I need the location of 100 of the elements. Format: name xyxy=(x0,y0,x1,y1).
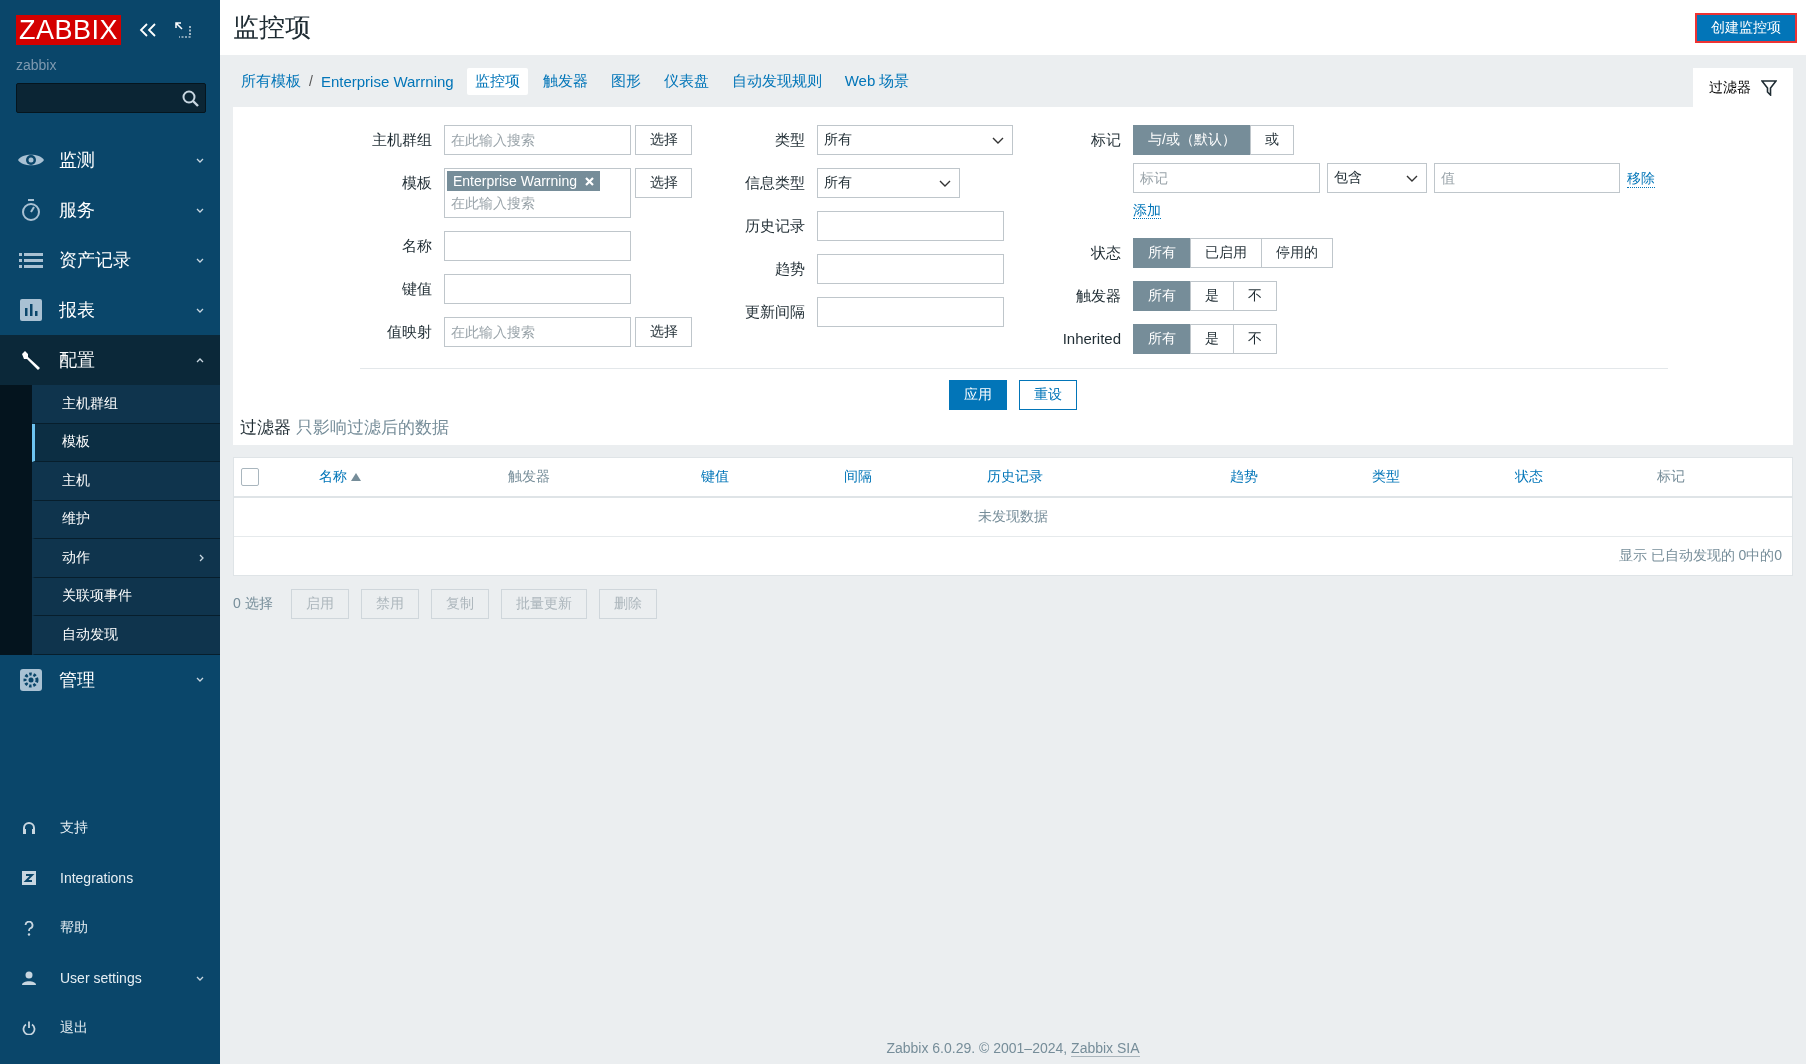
create-button[interactable]: 创建监控项 xyxy=(1695,12,1797,43)
column-header: 标记 xyxy=(1657,468,1685,486)
multiselect-field[interactable]: Enterprise Warrning 在此输入搜索 xyxy=(444,168,631,218)
breadcrumb-separator: / xyxy=(309,73,313,89)
text-field[interactable] xyxy=(817,211,1004,241)
text-field[interactable] xyxy=(817,297,1004,327)
segment-option[interactable]: 停用的 xyxy=(1261,238,1333,268)
tab[interactable]: Web 场景 xyxy=(836,67,918,95)
tag-field[interactable]: 标记 xyxy=(1133,163,1320,193)
field-label: Inherited xyxy=(1061,329,1122,349)
close-icon[interactable] xyxy=(585,176,594,186)
search-field[interactable] xyxy=(16,83,206,113)
add-link[interactable]: 添加 xyxy=(1133,202,1161,219)
segment-option[interactable]: 或 xyxy=(1249,125,1294,155)
field-label: 状态 xyxy=(1090,243,1122,263)
z-square-icon xyxy=(22,871,36,885)
chevron-down-icon xyxy=(1406,174,1418,182)
footer-text: Zabbix 6.0.29. © 2001–2024, Zabbix SIA xyxy=(885,1040,1141,1059)
select-button[interactable]: 选择 xyxy=(635,125,692,155)
checkbox[interactable] xyxy=(241,468,259,486)
filter-tab[interactable]: 过滤器 xyxy=(1693,68,1793,107)
segment-option[interactable]: 不 xyxy=(1233,281,1277,311)
chevron-down-icon xyxy=(992,136,1004,144)
menu-item[interactable]: 报表 xyxy=(0,285,220,335)
help-icon xyxy=(24,920,34,936)
menu-item[interactable]: 退出 xyxy=(0,1003,220,1053)
value-field[interactable]: 值 xyxy=(1434,163,1620,193)
text-field[interactable] xyxy=(444,274,631,304)
field-label: 主机群组 xyxy=(371,130,433,150)
segment-option[interactable]: 所有 xyxy=(1133,238,1191,268)
operator-select[interactable]: 包含 xyxy=(1327,163,1427,193)
column-header[interactable]: 类型 xyxy=(1372,468,1400,486)
submenu-item[interactable]: 自动发现 xyxy=(32,616,220,655)
tab[interactable]: 自动发现规则 xyxy=(723,67,830,95)
sort-ascending-icon xyxy=(351,473,361,481)
menu-item[interactable]: 资产记录 xyxy=(0,235,220,285)
menu-item[interactable]: 支持 xyxy=(0,803,220,853)
text-field[interactable] xyxy=(817,254,1004,284)
tab[interactable]: 图形 xyxy=(602,67,649,95)
submenu-item[interactable]: 主机 xyxy=(32,462,220,501)
segment-option[interactable]: 不 xyxy=(1233,324,1277,354)
submenu-item[interactable]: 模板 xyxy=(32,423,220,462)
submenu-item[interactable]: 维护 xyxy=(32,500,220,539)
select-field[interactable]: 所有 xyxy=(817,125,1013,155)
reset-button[interactable]: 重设 xyxy=(1019,380,1077,410)
search-field[interactable]: 在此输入搜索 xyxy=(447,191,628,215)
column-header[interactable]: 状态 xyxy=(1515,468,1543,486)
menu-item[interactable]: 帮助 xyxy=(0,903,220,953)
menu-item[interactable]: User settings xyxy=(0,953,220,1003)
remove-link[interactable]: 移除 xyxy=(1627,168,1655,188)
column-header: 触发器 xyxy=(508,468,550,486)
stopwatch-icon xyxy=(19,198,43,222)
column-header[interactable]: 间隔 xyxy=(844,468,872,486)
tab[interactable]: 触发器 xyxy=(534,67,596,95)
field-label: 信息类型 xyxy=(744,173,806,193)
tab[interactable]: 仪表盘 xyxy=(655,67,717,95)
menu-item[interactable]: 监测 xyxy=(0,135,220,185)
segment-option[interactable]: 所有 xyxy=(1133,324,1191,354)
breadcrumb-link[interactable]: 所有模板 xyxy=(241,71,301,91)
footer-link[interactable]: Zabbix SIA xyxy=(1071,1040,1140,1057)
breadcrumb-link[interactable]: Enterprise Warrning xyxy=(320,72,454,90)
text-field[interactable] xyxy=(444,231,631,261)
apply-button[interactable]: 应用 xyxy=(949,380,1007,410)
logo[interactable]: ZABBIX xyxy=(16,15,122,45)
submenu-item[interactable]: 主机群组 xyxy=(32,385,220,424)
menu-item[interactable]: 服务 xyxy=(0,185,220,235)
column-header[interactable]: 趋势 xyxy=(1230,468,1258,486)
segment-option[interactable]: 是 xyxy=(1190,281,1234,311)
menu-item[interactable]: 配置 xyxy=(0,335,220,385)
column-header[interactable]: 历史记录 xyxy=(987,468,1043,486)
segment-option[interactable]: 已启用 xyxy=(1190,238,1262,268)
segment-option[interactable]: 所有 xyxy=(1133,281,1191,311)
list-icon xyxy=(19,251,43,269)
column-header[interactable]: 键值 xyxy=(701,468,729,486)
select-field[interactable]: 所有 xyxy=(817,168,960,198)
menu-item[interactable]: Integrations xyxy=(0,853,220,903)
tab[interactable]: 监控项 xyxy=(466,67,528,95)
submenu-item[interactable]: 动作 xyxy=(32,539,220,578)
chevron-right-icon xyxy=(199,553,204,562)
field-label: 类型 xyxy=(774,130,806,150)
segment-option[interactable]: 与/或（默认） xyxy=(1133,125,1251,155)
table-summary: 显示 已自动发现的 0中的0 xyxy=(1618,547,1782,565)
filter-icon xyxy=(1761,79,1777,96)
column-header[interactable]: 名称 xyxy=(319,468,361,486)
submenu-item[interactable]: 关联项事件 xyxy=(32,577,220,616)
field-label: 趋势 xyxy=(774,259,806,279)
gear-icon xyxy=(20,668,42,691)
collapse-icon[interactable] xyxy=(139,23,158,37)
field-label: 模板 xyxy=(401,173,433,193)
field-label: 标记 xyxy=(1090,130,1122,150)
select-button[interactable]: 选择 xyxy=(635,317,692,347)
fullscreen-icon[interactable] xyxy=(175,22,192,38)
power-icon xyxy=(22,1021,36,1035)
field-label: 值映射 xyxy=(386,322,433,342)
segment-option[interactable]: 是 xyxy=(1190,324,1234,354)
select-button[interactable]: 选择 xyxy=(635,168,692,198)
menu-item[interactable]: 管理 xyxy=(0,654,220,705)
tag-chip[interactable]: Enterprise Warrning xyxy=(447,171,600,191)
chevron-down-icon xyxy=(939,179,951,187)
search-icon[interactable] xyxy=(182,89,199,107)
